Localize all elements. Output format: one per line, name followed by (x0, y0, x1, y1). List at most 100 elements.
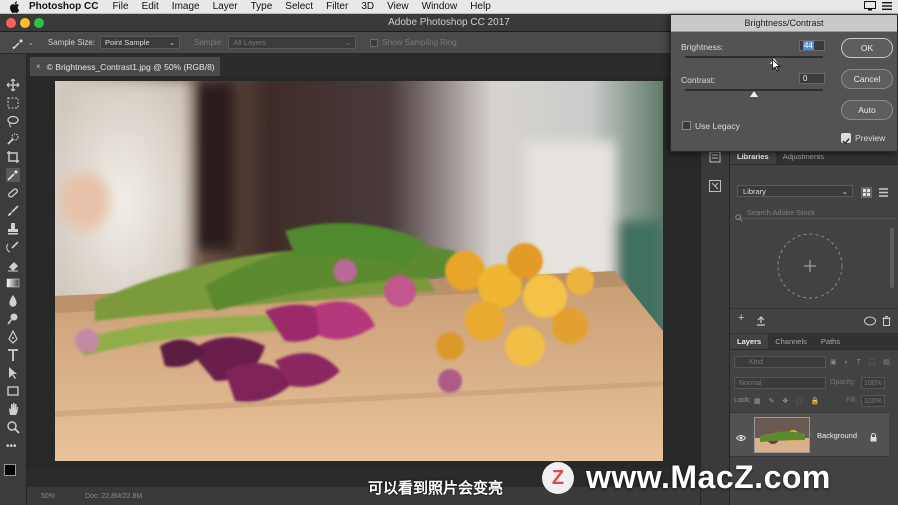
grid-view-icon[interactable] (861, 185, 872, 203)
menu-type[interactable]: Type (251, 1, 273, 12)
ok-button[interactable]: OK (841, 38, 893, 58)
clone-stamp-tool-icon[interactable] (6, 222, 20, 236)
blur-tool-icon[interactable] (6, 294, 20, 308)
watermark-text: www.MacZ.com (586, 459, 831, 495)
brightness-slider-track[interactable] (685, 56, 823, 58)
library-select[interactable]: Library ⌄ (737, 185, 853, 197)
eraser-tool-icon[interactable] (6, 258, 20, 272)
opacity-input[interactable]: 100% (861, 377, 885, 389)
preview-label: Preview (855, 133, 886, 143)
history-brush-tool-icon[interactable] (6, 240, 20, 254)
path-selection-tool-icon[interactable] (6, 366, 20, 380)
tab-paths[interactable]: Paths (814, 334, 847, 349)
quick-selection-tool-icon[interactable] (6, 132, 20, 146)
crop-tool-icon[interactable] (6, 150, 20, 164)
more-tools-icon[interactable]: ••• (6, 442, 20, 456)
dialog-title: Brightness/Contrast (671, 15, 897, 32)
glyphs-icon[interactable] (709, 179, 721, 197)
use-legacy-checkbox[interactable] (682, 121, 691, 130)
trash-icon[interactable] (882, 313, 891, 331)
libraries-footer: + (730, 308, 898, 328)
menu-filter[interactable]: Filter (326, 1, 348, 12)
menu-layer[interactable]: Layer (213, 1, 238, 12)
list-icon[interactable] (882, 1, 892, 14)
list-view-icon[interactable] (878, 185, 889, 203)
panel-icon-strip (700, 148, 729, 505)
menu-help[interactable]: Help (470, 1, 491, 12)
healing-brush-tool-icon[interactable] (6, 186, 20, 200)
dodge-tool-icon[interactable] (6, 312, 20, 326)
menu-file[interactable]: File (112, 1, 128, 12)
close-tab-icon[interactable]: × (36, 62, 41, 71)
lock-icons[interactable]: ▦ ✎ ✥ ⬚ 🔒 (754, 397, 822, 405)
show-sampling-ring-checkbox[interactable] (370, 38, 379, 47)
app-menu[interactable]: Photoshop CC (29, 1, 98, 12)
upload-icon[interactable] (756, 313, 766, 331)
contrast-input[interactable]: 0 (799, 73, 825, 84)
show-sampling-ring-label: Show Sampling Ring (382, 38, 457, 47)
hand-tool-icon[interactable] (6, 402, 20, 416)
logo-letter: Z (551, 466, 565, 489)
chevron-down-icon: ⌄ (345, 38, 352, 47)
eyedropper-icon[interactable] (12, 36, 26, 50)
fill-input[interactable]: 100% (861, 395, 885, 407)
libraries-scrollbar[interactable] (890, 228, 894, 288)
tab-layers[interactable]: Layers (730, 334, 769, 349)
macz-logo-icon: Z (542, 462, 574, 494)
tool-preset-chevron-icon[interactable]: ⌄ (28, 39, 34, 47)
sample-select[interactable]: All Layers ⌄ (228, 36, 357, 49)
search-placeholder: Search Adobe Stock (747, 208, 815, 217)
brightness-input[interactable]: 44 (799, 40, 825, 51)
add-icon[interactable]: + (738, 313, 744, 324)
menu-view[interactable]: View (387, 1, 409, 12)
brightness-contrast-dialog: Brightness/Contrast Brightness: 44 Contr… (670, 14, 898, 152)
auto-button[interactable]: Auto (841, 100, 893, 120)
layer-name[interactable]: Background (817, 431, 857, 440)
canvas-area[interactable] (27, 76, 700, 468)
apple-icon[interactable] (9, 0, 21, 13)
document-image[interactable] (55, 81, 663, 461)
menu-3d[interactable]: 3D (361, 1, 374, 12)
fill-label: Fill: (846, 397, 857, 404)
move-tool-icon[interactable] (6, 78, 20, 92)
layer-filter-select[interactable]: Kind (734, 356, 826, 368)
use-legacy-label: Use Legacy (695, 121, 740, 131)
layer-row-background[interactable]: Background (730, 412, 889, 457)
properties-icon[interactable] (709, 150, 721, 168)
blend-mode-value: Normal (739, 380, 762, 387)
cancel-button[interactable]: Cancel (841, 69, 893, 89)
photoshop-window: Photoshop CC File Edit Image Layer Type … (0, 0, 898, 505)
contrast-slider-thumb[interactable] (750, 91, 758, 97)
zoom-tool-icon[interactable] (6, 420, 20, 434)
menu-image[interactable]: Image (172, 1, 200, 12)
eyedropper-tool-icon[interactable] (6, 168, 20, 182)
lock-label: Lock: (734, 397, 751, 404)
sample-size-select[interactable]: Point Sample ⌄ (100, 36, 181, 49)
pen-tool-icon[interactable] (6, 329, 20, 344)
brightness-label: Brightness: (681, 42, 724, 52)
cc-icon[interactable] (864, 313, 876, 331)
lasso-tool-icon[interactable] (6, 114, 20, 128)
layer-lock-icon (870, 429, 877, 447)
monitor-icon[interactable] (864, 0, 876, 14)
rectangle-tool-icon[interactable] (6, 384, 20, 398)
tab-channels[interactable]: Channels (768, 334, 814, 349)
stock-search-input[interactable]: Search Adobe Stock (735, 206, 895, 219)
visibility-eye-icon[interactable] (735, 429, 747, 447)
type-tool-icon[interactable] (6, 348, 20, 362)
mouse-cursor-icon (772, 58, 782, 77)
contrast-label: Contrast: (681, 75, 716, 85)
menu-edit[interactable]: Edit (142, 1, 159, 12)
blend-mode-select[interactable]: Normal (734, 377, 826, 389)
add-to-library-icon[interactable] (776, 232, 844, 305)
layer-filter-icons[interactable]: ▣ ◐ T ⬚ ▤ (830, 358, 893, 366)
marquee-tool-icon[interactable] (6, 96, 20, 110)
gradient-tool-icon[interactable] (6, 276, 20, 290)
sample-value: All Layers (233, 38, 267, 47)
brush-tool-icon[interactable] (6, 204, 20, 218)
document-tab[interactable]: × © Brightness_Contrast1.jpg @ 50% (RGB/… (30, 57, 220, 76)
menu-window[interactable]: Window (422, 1, 458, 12)
preview-checkbox[interactable] (841, 133, 851, 145)
menu-select[interactable]: Select (285, 1, 313, 12)
menu-bar: Photoshop CC File Edit Image Layer Type … (0, 0, 898, 14)
